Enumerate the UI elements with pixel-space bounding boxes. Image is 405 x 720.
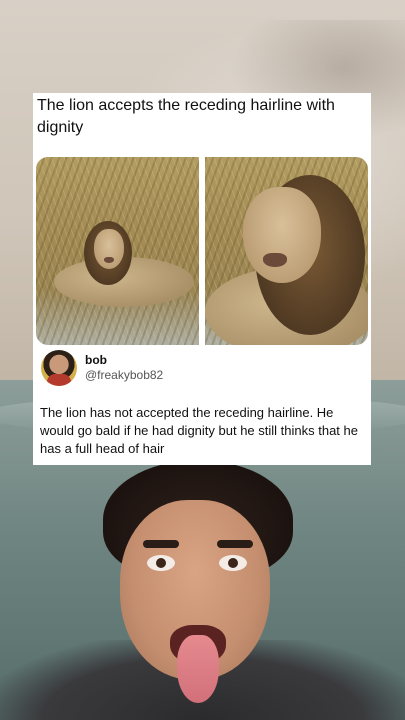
right-pupil [228, 558, 238, 568]
reply-text: The lion has not accepted the receding h… [40, 405, 358, 456]
lion-face [243, 187, 321, 283]
lion-photo-left[interactable] [36, 157, 199, 345]
left-eyebrow [143, 540, 179, 548]
person-face [95, 460, 315, 720]
tongue [177, 635, 219, 703]
right-eye [219, 555, 247, 571]
lion-face [94, 229, 124, 269]
author-handle[interactable]: @freakybob82 [85, 368, 163, 382]
lion-nose [104, 257, 114, 263]
lion-photo-right[interactable] [205, 157, 368, 345]
author-avatar[interactable] [41, 350, 77, 386]
left-pupil [156, 558, 166, 568]
author-name[interactable]: bob [85, 353, 107, 367]
lion-nose [263, 253, 287, 267]
post-card: The lion accepts the receding hairline w… [33, 93, 371, 465]
avatar-shirt [47, 374, 71, 386]
post-title: The lion accepts the receding hairline w… [37, 97, 335, 136]
photo-grid[interactable] [36, 157, 368, 345]
right-eyebrow [217, 540, 253, 548]
left-eye [147, 555, 175, 571]
